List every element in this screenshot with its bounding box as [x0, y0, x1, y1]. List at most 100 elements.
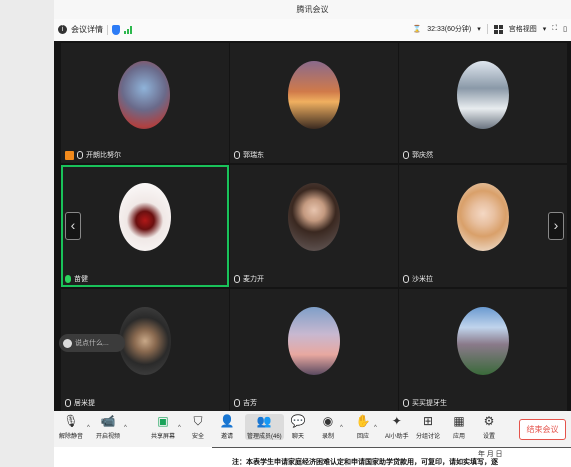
record-label: 录制	[321, 434, 334, 440]
participant-name: 吉芳	[243, 400, 257, 407]
avatar	[457, 61, 509, 129]
window-title: 腾讯会议	[296, 5, 329, 14]
members-label: 管理成员(46)	[247, 434, 282, 440]
participant-name: 买买提牙生	[412, 400, 447, 407]
breakout-label: 分组讨论	[416, 434, 441, 440]
reactions-button[interactable]: ✋ 回应	[355, 414, 371, 440]
participant-name: 郭庆然	[412, 152, 433, 159]
invite-label: 邀请	[220, 434, 233, 440]
microphone-icon	[234, 151, 240, 159]
meeting-info-bar: i 会议详情 ⌛ 32:33(60分钟) ▾ 宫格视图 ▾ ⛶ ▯	[54, 19, 571, 42]
participant-name: 居米提	[74, 400, 95, 407]
reaction-icon: ✋	[355, 414, 371, 428]
chevron-up-icon[interactable]: ^	[124, 425, 127, 431]
chevron-up-icon[interactable]: ^	[340, 425, 343, 431]
chat-quick-input[interactable]: 说点什么...	[59, 334, 125, 352]
breakout-icon: ⊞	[422, 414, 434, 428]
ai-assistant-icon: ✦	[391, 414, 402, 428]
video-tile-active[interactable]: 苗健	[61, 165, 229, 287]
mute-button[interactable]: 🎙 解除静音	[59, 414, 83, 440]
camera-off-icon: 📹	[100, 414, 116, 428]
apps-button[interactable]: ▦ 应用	[452, 414, 466, 440]
reactions-label: 回应	[356, 434, 369, 440]
chat-icon: 💬	[290, 414, 306, 428]
participant-name: 开朗比努尔	[86, 152, 121, 159]
participant-name: 苗健	[74, 276, 88, 283]
emoji-icon[interactable]	[63, 338, 72, 348]
breakout-button[interactable]: ⊞ 分组讨论	[416, 414, 440, 440]
invite-button[interactable]: 👤 邀请	[219, 414, 235, 440]
add-user-icon: 👤	[219, 414, 235, 428]
record-button[interactable]: ◉ 录制	[321, 414, 335, 440]
video-tile[interactable]: 沙米拉	[399, 165, 567, 287]
avatar	[288, 183, 340, 251]
share-label: 共享屏幕	[151, 434, 176, 440]
avatar	[457, 183, 509, 251]
end-meeting-button[interactable]: 结束会议	[519, 419, 566, 440]
participant-name: 郭瑞东	[243, 152, 264, 159]
microphone-icon	[403, 151, 409, 159]
desktop-background	[0, 0, 54, 467]
previous-page-button[interactable]: ‹	[65, 212, 81, 240]
video-tile[interactable]: 郭瑞东	[230, 43, 398, 163]
chat-button[interactable]: 💬 聊天	[290, 414, 306, 440]
shield-icon: ⛉	[193, 413, 203, 428]
participant-name: 沙米拉	[412, 276, 433, 283]
security-label: 安全	[191, 434, 204, 440]
microphone-icon	[234, 275, 240, 283]
gear-icon: ⚙	[483, 414, 495, 428]
avatar	[457, 307, 509, 375]
security-button[interactable]: ⛉ 安全	[191, 413, 205, 441]
apps-label: 应用	[452, 434, 465, 440]
participant-name: 麦力开	[243, 276, 264, 283]
manage-members-button[interactable]: 👥 管理成员(46)	[245, 414, 284, 440]
chevron-down-icon[interactable]: ▾	[543, 25, 547, 33]
avatar	[288, 307, 340, 375]
next-page-button[interactable]: ›	[548, 212, 564, 240]
microphone-speaking-icon	[65, 275, 71, 283]
settings-label: 设置	[482, 434, 495, 440]
video-tile[interactable]: 买买提牙生	[399, 289, 567, 411]
grid-view-icon[interactable]	[493, 24, 503, 34]
microphone-muted-icon: 🎙	[63, 414, 79, 428]
avatar	[119, 307, 171, 375]
chevron-up-icon[interactable]: ^	[374, 425, 377, 431]
video-tile[interactable]: 郭庆然	[399, 43, 567, 163]
divider	[107, 24, 108, 35]
video-grid: 开朗比努尔 郭瑞东 郭庆然 苗健 麦力开 沙米拉 ‹ › 居米提 吉芳 买买提牙…	[54, 41, 571, 411]
microphone-icon	[234, 399, 240, 407]
video-tile[interactable]: 开朗比努尔	[61, 43, 229, 163]
host-icon	[65, 150, 74, 160]
signal-icon[interactable]	[124, 25, 132, 34]
fullscreen-icon[interactable]: ⛶	[552, 25, 557, 33]
video-label: 开启视频	[96, 434, 121, 440]
meeting-timer: 32:33(60分钟)	[427, 26, 472, 33]
divider	[486, 24, 488, 34]
members-icon: 👥	[256, 414, 272, 428]
info-icon[interactable]: i	[58, 25, 67, 34]
chat-label: 聊天	[291, 434, 304, 440]
record-icon: ◉	[322, 414, 334, 428]
title-bar: 腾讯会议	[54, 0, 571, 19]
video-button[interactable]: 📹 开启视频	[96, 414, 120, 440]
meeting-details-link[interactable]: 会议详情	[71, 24, 103, 35]
video-tile[interactable]: 吉芳	[230, 289, 398, 411]
bottom-toolbar: 🎙 解除静音 ^ 📹 开启视频 ^ ▣ 共享屏幕 ^ ⛉ 安全 👤 邀请 👥 管…	[54, 411, 571, 447]
chevron-up-icon[interactable]: ^	[178, 425, 181, 431]
settings-button[interactable]: ⚙ 设置	[482, 414, 496, 440]
share-screen-button[interactable]: ▣ 共享屏幕	[151, 414, 175, 440]
ai-assistant-button[interactable]: ✦ AI小助手	[385, 414, 409, 440]
avatar	[119, 183, 171, 251]
chevron-up-icon[interactable]: ^	[87, 425, 90, 431]
video-tile[interactable]: 麦力开	[230, 165, 398, 287]
view-mode-button[interactable]: 宫格视图	[509, 24, 537, 34]
avatar	[118, 61, 170, 129]
apps-icon: ▦	[453, 414, 465, 428]
avatar	[288, 61, 340, 129]
chat-placeholder[interactable]: 说点什么...	[75, 338, 109, 348]
shield-icon[interactable]	[112, 24, 120, 35]
side-panel-icon[interactable]: ▯	[563, 25, 567, 33]
document-rule	[212, 447, 571, 448]
chevron-down-icon[interactable]: ▾	[477, 25, 481, 33]
microphone-icon	[403, 275, 409, 283]
